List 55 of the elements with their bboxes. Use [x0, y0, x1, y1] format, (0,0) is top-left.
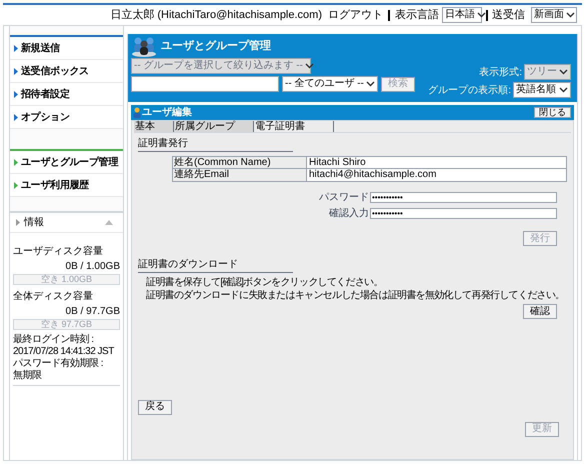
tab[interactable]: 所属グループ: [174, 121, 254, 132]
view-label: 表示形式:: [479, 66, 522, 80]
user-filter-select[interactable]: -- 全てのユーザ --: [282, 76, 378, 92]
meter-usage: 0B / 97.7GB: [64, 305, 120, 319]
password-field[interactable]: •••••••••••: [370, 192, 557, 203]
section-heading: 証明書のダウンロード: [138, 257, 293, 273]
editor-title: ユーザ編集: [142, 106, 192, 120]
nav-item[interactable]: オプション: [10, 106, 123, 129]
info-header[interactable]: 情報: [10, 215, 105, 230]
triangle-right-icon: [16, 219, 20, 226]
collapse-icon[interactable]: [105, 220, 113, 225]
section-heading: 証明書発行: [138, 136, 293, 152]
nav-item[interactable]: 招待者設定: [10, 83, 123, 106]
nav-item[interactable]: ユーザとグループ管理: [10, 151, 123, 174]
meter-label: 全体ディスク容量: [13, 290, 94, 304]
tab[interactable]: 電子証明書: [254, 121, 334, 132]
order-select[interactable]: 英語名順: [513, 82, 571, 98]
send-label: 送受信: [492, 8, 525, 23]
logout-link[interactable]: ログアウト: [328, 6, 383, 24]
info-text: パスワード有効期限 :: [13, 358, 104, 370]
field-value: hitachi4@hitachisample.com: [307, 169, 566, 181]
search-field[interactable]: [131, 76, 279, 92]
panel-title: ユーザとグループ管理: [161, 38, 271, 54]
meter-label: ユーザディスク容量: [13, 244, 104, 259]
language-label: 表示言語: [395, 8, 439, 23]
info-text: 2017/07/28 14:41:32 JST: [13, 346, 116, 358]
tab[interactable]: 基本: [134, 121, 174, 132]
chevron-down-icon: [559, 87, 568, 93]
chevron-down-icon: [566, 12, 575, 18]
password-label: 確認入力: [329, 206, 369, 221]
password-field[interactable]: •••••••••••: [370, 208, 557, 219]
meter-usage: 0B / 1.00GB: [64, 260, 120, 274]
password-label: パスワード: [319, 191, 369, 205]
user-name: 日立太郎 (HitachiTaro@hitachisample.com): [110, 8, 322, 23]
chevron-down-icon: [559, 69, 568, 75]
nav-item[interactable]: 送受信ボックス: [10, 60, 123, 83]
info-text: 最終ログイン時刻 :: [13, 334, 95, 346]
view-mode-select[interactable]: 新画面: [531, 7, 577, 23]
nav-item[interactable]: ユーザ利用履歴: [10, 174, 123, 197]
instruction-text: 証明書を保存して[確認]ボタンをクリックしてください。: [146, 276, 383, 289]
confirm-button[interactable]: 確認: [523, 304, 557, 319]
chevron-down-icon: [477, 12, 486, 18]
back-button[interactable]: 戻る: [138, 400, 172, 414]
free-space: 空き 97.7GB: [40, 318, 92, 331]
free-space: 空き 1.00GB: [40, 272, 92, 286]
close-button[interactable]: 閉じる: [534, 107, 571, 118]
user-icon: [133, 107, 141, 118]
instruction-text: 証明書のダウンロードに失敗またはキャンセルした場合は証明書を無効化して再発行してください。: [146, 289, 565, 302]
chevron-down-icon: [366, 81, 375, 87]
users-icon: [131, 35, 157, 57]
order-label: グループの表示順:: [428, 84, 511, 98]
info-text: 無期限: [13, 370, 42, 382]
chevron-down-icon: [304, 63, 314, 69]
field-value: Hitachi Shiro: [307, 157, 566, 168]
nav-item[interactable]: 新規送信: [10, 37, 123, 60]
